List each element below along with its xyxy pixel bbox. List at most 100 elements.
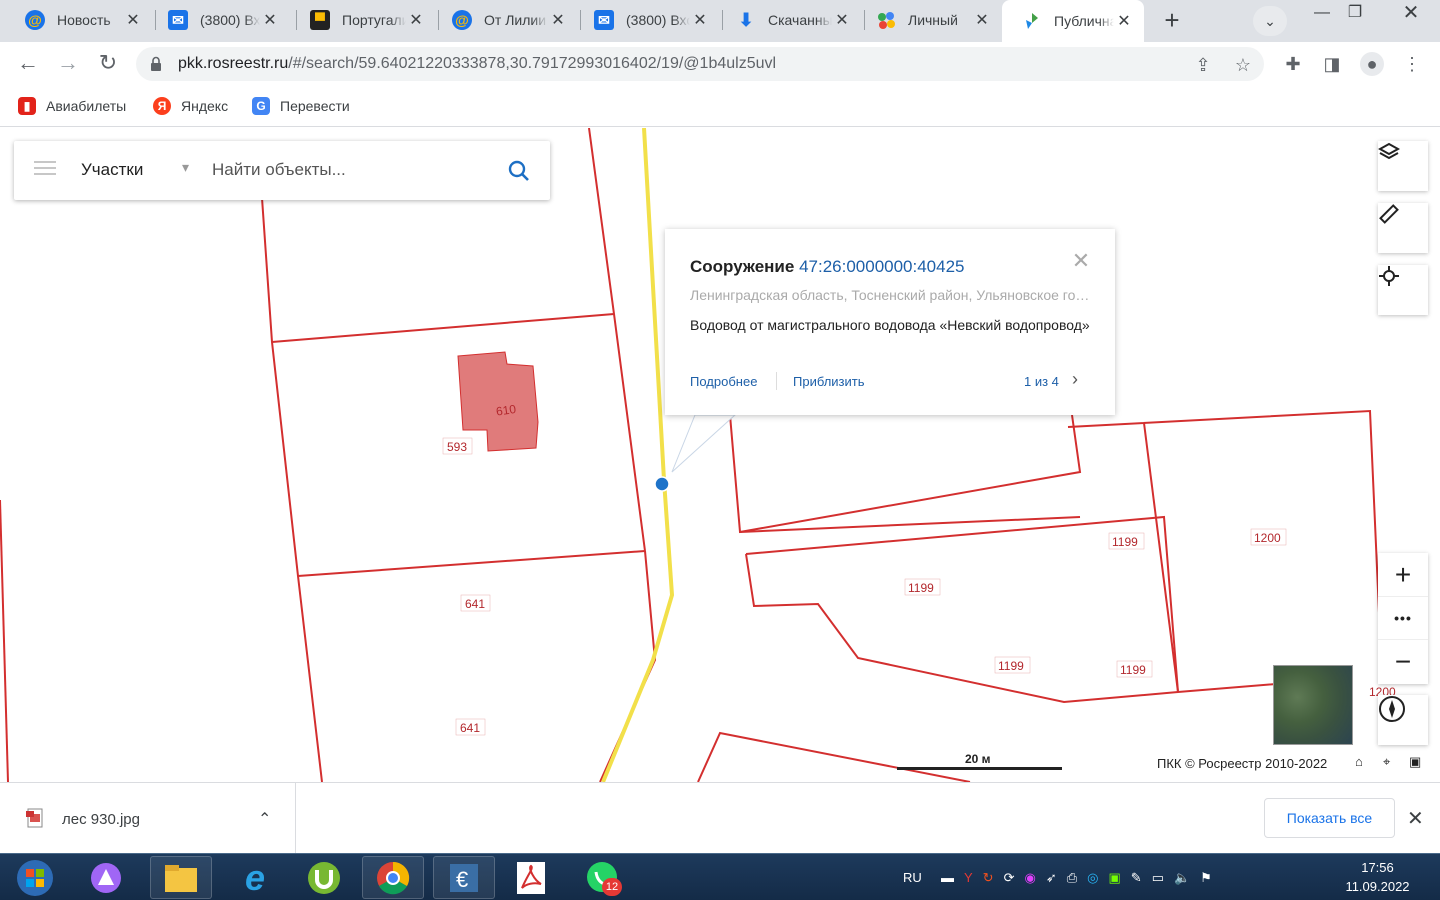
crosshair-small-icon[interactable]: ⌖: [1383, 754, 1390, 770]
start-button[interactable]: [4, 856, 66, 899]
chevron-right-icon[interactable]: ›: [1072, 369, 1078, 390]
more-menu-icon[interactable]: ⋮: [1400, 52, 1424, 76]
show-all-button[interactable]: Показать все: [1264, 798, 1395, 838]
svg-text:€: €: [456, 867, 468, 892]
shield-tray-icon[interactable]: ◎: [1087, 870, 1098, 886]
tab-search-button[interactable]: ⌄: [1253, 6, 1287, 36]
cadastral-number[interactable]: 47:26:0000000:40425: [799, 257, 964, 276]
tab-0[interactable]: @ Новость ✕: [5, 0, 153, 40]
address-bar[interactable]: pkk.rosreestr.ru/#/search/59.64021220333…: [136, 47, 1264, 81]
tab-1[interactable]: ✉ (3800) Входящие ✕: [148, 0, 290, 40]
url-text[interactable]: pkk.rosreestr.ru/#/search/59.64021220333…: [178, 55, 776, 73]
refresh-icon[interactable]: ⟳: [1004, 870, 1015, 886]
home-icon[interactable]: ⌂: [1355, 754, 1363, 769]
building-polygon[interactable]: [457, 351, 539, 452]
layers-button[interactable]: [1378, 141, 1428, 191]
close-icon[interactable]: ✕: [690, 10, 710, 30]
close-icon[interactable]: ✕: [1114, 11, 1134, 31]
profile-avatar-icon[interactable]: ●: [1360, 52, 1384, 76]
ds-icon[interactable]: ◉: [1024, 870, 1035, 886]
reload-button[interactable]: ↻: [94, 50, 122, 78]
taskbar-chrome[interactable]: [362, 856, 424, 899]
parcel-boundary: [1143, 422, 1179, 693]
zoom-out-button[interactable]: −: [1378, 640, 1428, 683]
category-select[interactable]: Участки: [81, 160, 143, 180]
map-search-box: Участки ▾: [14, 141, 550, 200]
sync-icon[interactable]: ↻: [983, 870, 994, 886]
zoom-to-link[interactable]: Приблизить: [793, 374, 865, 389]
tab-5[interactable]: ⬇ Скачанные ✕: [716, 0, 862, 40]
keyboard-icon[interactable]: ▬: [941, 870, 954, 885]
chevron-up-icon[interactable]: ⌃: [258, 809, 271, 829]
bookmark-star-icon[interactable]: ☆: [1232, 54, 1254, 76]
forward-button[interactable]: →: [54, 50, 82, 78]
tab-6[interactable]: Личный ✕: [856, 0, 1002, 40]
selected-point-marker[interactable]: [654, 476, 670, 492]
parcel-label: 1200: [1254, 531, 1281, 545]
taskbar-ie[interactable]: e: [224, 856, 286, 899]
tab-2[interactable]: ▀ Португалия ✕: [290, 0, 436, 40]
search-icon[interactable]: [508, 160, 530, 182]
printer-icon[interactable]: ⎙: [1067, 870, 1077, 886]
yandex-browser-icon[interactable]: Y: [964, 870, 973, 885]
more-details-link[interactable]: Подробнее: [690, 374, 757, 389]
hamburger-menu-icon[interactable]: [34, 161, 56, 179]
lock-icon[interactable]: [150, 56, 162, 72]
parcel-label: 641: [465, 597, 485, 611]
app-e-icon: €: [450, 863, 478, 892]
fullscreen-icon[interactable]: ▣: [1409, 754, 1421, 770]
search-input[interactable]: [212, 153, 482, 187]
volume-icon[interactable]: 🔈: [1174, 870, 1190, 886]
taskbar-acrobat[interactable]: [500, 856, 562, 899]
flag-icon[interactable]: ⚑: [1200, 870, 1212, 886]
satellite-minimap[interactable]: [1273, 665, 1353, 745]
crosshair-icon: [1379, 266, 1399, 286]
close-icon[interactable]: ✕: [1407, 806, 1424, 831]
network-arrow-icon[interactable]: ➶: [1046, 870, 1057, 886]
tab-4[interactable]: ✉ (3800) Входящие ✕: [574, 0, 720, 40]
folder-icon: [165, 864, 197, 892]
windows-taskbar: e € 12 RU ▬ Y ↻ ⟳ ◉ ➶ ⎙ ◎ ▣ ✎ ▭ 🔈 ⚑ 17:5…: [0, 853, 1440, 900]
restore-button[interactable]: ❐: [1333, 0, 1377, 30]
nvidia-icon[interactable]: ▣: [1108, 870, 1120, 886]
bookmark-yandex[interactable]: Я Яндекс: [153, 94, 228, 118]
side-panel-icon[interactable]: ◨: [1320, 52, 1344, 76]
close-icon[interactable]: ✕: [548, 10, 568, 30]
back-button[interactable]: ←: [14, 50, 42, 78]
close-icon[interactable]: ✕: [1071, 250, 1091, 272]
map-canvas[interactable]: 610 593 641 641 1199 1199 1199 1199 1200…: [0, 128, 1440, 782]
bookmark-translate[interactable]: G Перевести: [252, 94, 350, 118]
cadastral-map[interactable]: 610 593 641 641 1199 1199 1199 1199 1200…: [0, 128, 1440, 782]
taskbar-utorrent[interactable]: [293, 856, 355, 899]
parcel-boundary: [745, 553, 1301, 704]
display-icon[interactable]: ▭: [1152, 870, 1164, 886]
extensions-icon[interactable]: ✚: [1281, 52, 1305, 76]
taskbar-app-e[interactable]: €: [433, 856, 495, 899]
close-icon[interactable]: ✕: [972, 10, 992, 30]
tab-3[interactable]: @ От Лилии ✕: [432, 0, 578, 40]
compass-button[interactable]: [1378, 695, 1428, 745]
bookmark-aviabilety[interactable]: ▮ Авиабилеты: [18, 94, 126, 118]
parcel-boundary: [271, 313, 615, 343]
close-icon[interactable]: ✕: [260, 10, 280, 30]
zoom-more-button[interactable]: •••: [1378, 596, 1428, 640]
tools-icon[interactable]: ✎: [1131, 870, 1142, 886]
close-icon[interactable]: ✕: [123, 10, 143, 30]
tab-7-active[interactable]: Публичная ✕: [1002, 0, 1144, 42]
new-tab-button[interactable]: +: [1155, 4, 1189, 38]
download-item[interactable]: лес 930.jpg ⌃: [0, 783, 296, 854]
close-window-button[interactable]: ✕: [1389, 0, 1433, 30]
taskbar-whatsapp[interactable]: 12: [572, 856, 634, 899]
share-icon[interactable]: ⇪: [1192, 54, 1214, 76]
close-icon[interactable]: ✕: [832, 10, 852, 30]
language-indicator[interactable]: RU: [903, 854, 922, 900]
locate-button[interactable]: [1378, 265, 1428, 315]
clock[interactable]: 17:56 11.09.2022: [1330, 858, 1425, 896]
plane-tickets-icon: ▮: [18, 97, 36, 115]
taskbar-alice[interactable]: [75, 856, 137, 899]
taskbar-explorer[interactable]: [150, 856, 212, 899]
close-icon[interactable]: ✕: [406, 10, 426, 30]
ruler-button[interactable]: [1378, 203, 1428, 253]
zoom-in-button[interactable]: +: [1378, 553, 1428, 596]
chevron-down-icon[interactable]: ▾: [182, 159, 189, 176]
